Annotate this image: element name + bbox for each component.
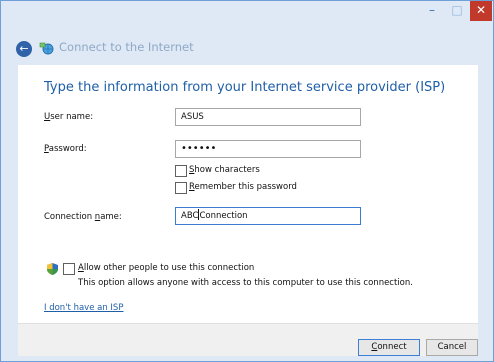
- dialog-window: – □ ✕ ← Connect to the Internet Type the…: [0, 0, 494, 362]
- content-panel: Type the information from your Internet …: [18, 65, 478, 323]
- network-globe-icon: [39, 42, 54, 55]
- title-bar: – □ ✕: [1, 1, 493, 31]
- connect-button[interactable]: Connect: [358, 339, 420, 356]
- close-button[interactable]: ✕: [470, 1, 492, 21]
- user-name-input[interactable]: ASUS: [175, 108, 361, 126]
- allow-others-description: This option allows anyone with access to…: [78, 278, 413, 288]
- back-arrow-icon[interactable]: ←: [16, 41, 32, 57]
- minimize-button[interactable]: –: [420, 1, 444, 21]
- uac-shield-icon: [47, 263, 58, 275]
- remember-password-label[interactable]: Remember this password: [189, 182, 297, 192]
- allow-others-label[interactable]: Allow other people to use this connectio…: [78, 263, 254, 273]
- cancel-button[interactable]: Cancel: [426, 339, 478, 356]
- user-name-label: User name:: [44, 112, 94, 122]
- password-input[interactable]: ••••••: [175, 140, 361, 158]
- button-bar: Connect Cancel: [18, 323, 478, 356]
- form-heading: Type the information from your Internet …: [44, 80, 446, 95]
- show-characters-label[interactable]: Show characters: [189, 165, 260, 175]
- allow-others-checkbox[interactable]: [63, 263, 75, 275]
- remember-password-checkbox[interactable]: [175, 182, 187, 194]
- password-label: Password:: [44, 144, 87, 154]
- connection-name-input[interactable]: ABCConnection: [175, 207, 361, 225]
- no-isp-link[interactable]: I don't have an ISP: [44, 303, 123, 313]
- show-characters-checkbox[interactable]: [175, 165, 187, 177]
- page-title: Connect to the Internet: [59, 40, 194, 54]
- maximize-button[interactable]: □: [445, 1, 469, 21]
- connection-name-label: Connection name:: [44, 212, 122, 222]
